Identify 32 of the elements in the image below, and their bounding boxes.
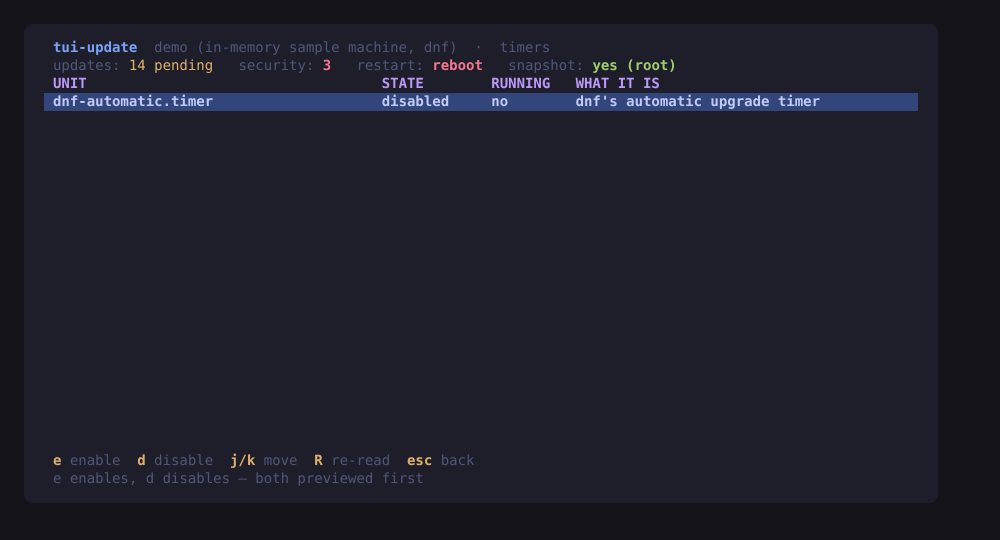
column-header: RUNNING (491, 75, 552, 93)
table-cell-text: dnf-automatic.timer (53, 93, 214, 111)
column-header: UNIT (53, 75, 88, 93)
table-cell-text: dnf's automatic upgrade timer (576, 93, 821, 111)
status-label: snapshot: (508, 57, 584, 75)
status-value: reboot (432, 57, 483, 75)
key-label: j/k (230, 452, 256, 470)
key-label: R (314, 452, 323, 470)
status-label: security: (238, 57, 314, 75)
app-title: tui-update (53, 39, 138, 57)
hint-text: e enables, d disables — both previewed first (53, 470, 424, 488)
key-action-label: re-read (331, 452, 390, 470)
status-label: restart: (356, 57, 424, 75)
key-label: esc (407, 452, 432, 470)
table-cell-text: no (491, 93, 510, 111)
key-action-label: move (264, 452, 298, 470)
key-action-label: back (440, 452, 474, 470)
key-action-label: disable (154, 452, 214, 470)
status-value: 14 pending (128, 57, 214, 75)
table-cell-text: disabled (382, 93, 450, 111)
status-value: 3 (322, 57, 332, 75)
context-label: demo (in-memory sample machine, dnf) (154, 39, 458, 57)
table-row[interactable]: dnf-automatic.timer disabled no dnf's automatic upgrade timer (44, 93, 918, 111)
view-title: timers (500, 39, 550, 57)
column-header: WHAT IT IS (576, 75, 661, 93)
key-action-label: enable (70, 452, 120, 470)
key-label: e (53, 452, 62, 470)
separator-dot: · (474, 39, 483, 57)
status-value: yes (root) (592, 57, 677, 75)
status-label: updates: (53, 57, 120, 75)
column-header: STATE (382, 75, 425, 93)
key-label: d (137, 452, 146, 470)
